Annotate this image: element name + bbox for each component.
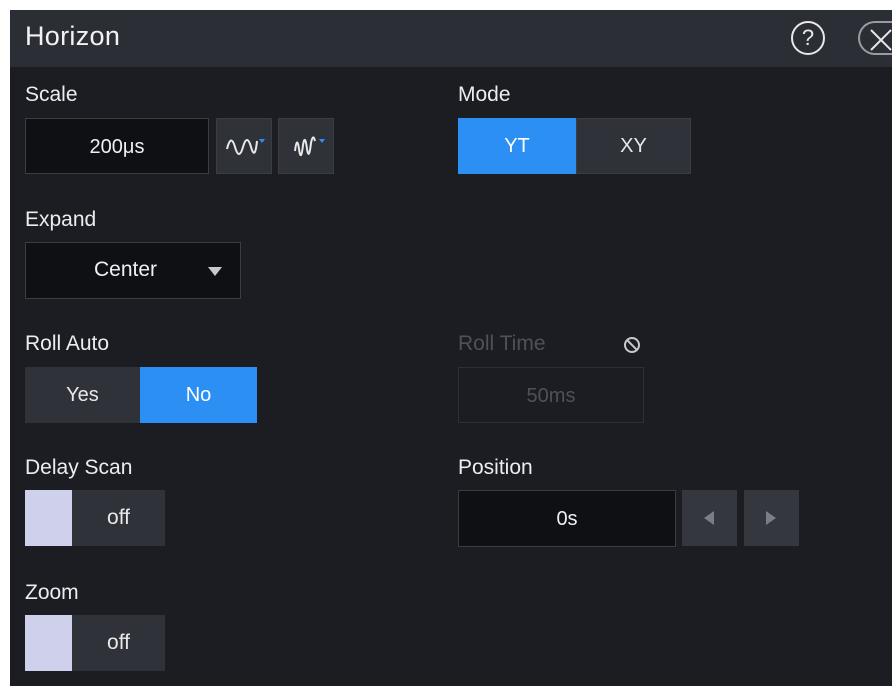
expand-value: Center [94,258,158,281]
zoom-label: Zoom [25,581,79,604]
disabled-icon [624,337,640,353]
toggle-knob [25,615,72,671]
position-left-button[interactable] [682,490,737,546]
dialog-titlebar: Horizon ? [10,10,892,67]
delay-scan-label: Delay Scan [25,456,133,479]
chevron-down-icon [208,267,222,276]
zoom-state: off [107,631,130,654]
close-icon[interactable] [858,21,892,55]
coarse-wave-icon [226,139,265,155]
mode-label: Mode [458,83,511,106]
position-label: Position [458,456,533,479]
arrow-right-icon [766,511,776,525]
scale-value-field[interactable]: 200μs [25,118,209,174]
roll-auto-no-button[interactable]: No [140,367,257,423]
position-value-field[interactable]: 0s [458,490,676,547]
mode-yt-button[interactable]: YT [458,118,576,174]
dialog-title: Horizon [25,21,121,51]
scale-label: Scale [25,83,78,106]
roll-time-label: Roll Time [458,332,546,355]
help-icon[interactable]: ? [791,21,825,55]
expand-dropdown[interactable]: Center [25,242,241,299]
arrow-left-icon [704,511,714,525]
delay-scan-toggle[interactable]: off [25,490,165,546]
zoom-toggle[interactable]: off [25,615,165,671]
scale-fine-wave-button[interactable] [278,118,334,174]
delay-scan-state: off [107,506,130,529]
fine-wave-icon [294,136,325,156]
roll-auto-yes-button[interactable]: Yes [25,367,140,423]
position-right-button[interactable] [744,490,799,546]
scale-coarse-wave-button[interactable] [216,118,272,174]
roll-time-field: 50ms [458,367,644,423]
roll-auto-label: Roll Auto [25,332,110,355]
expand-label: Expand [25,208,97,231]
horizon-dialog: Horizon ? Scale 200μs Mode YT XY Expand … [10,10,892,686]
mode-xy-button[interactable]: XY [576,118,691,174]
toggle-knob [25,490,72,546]
